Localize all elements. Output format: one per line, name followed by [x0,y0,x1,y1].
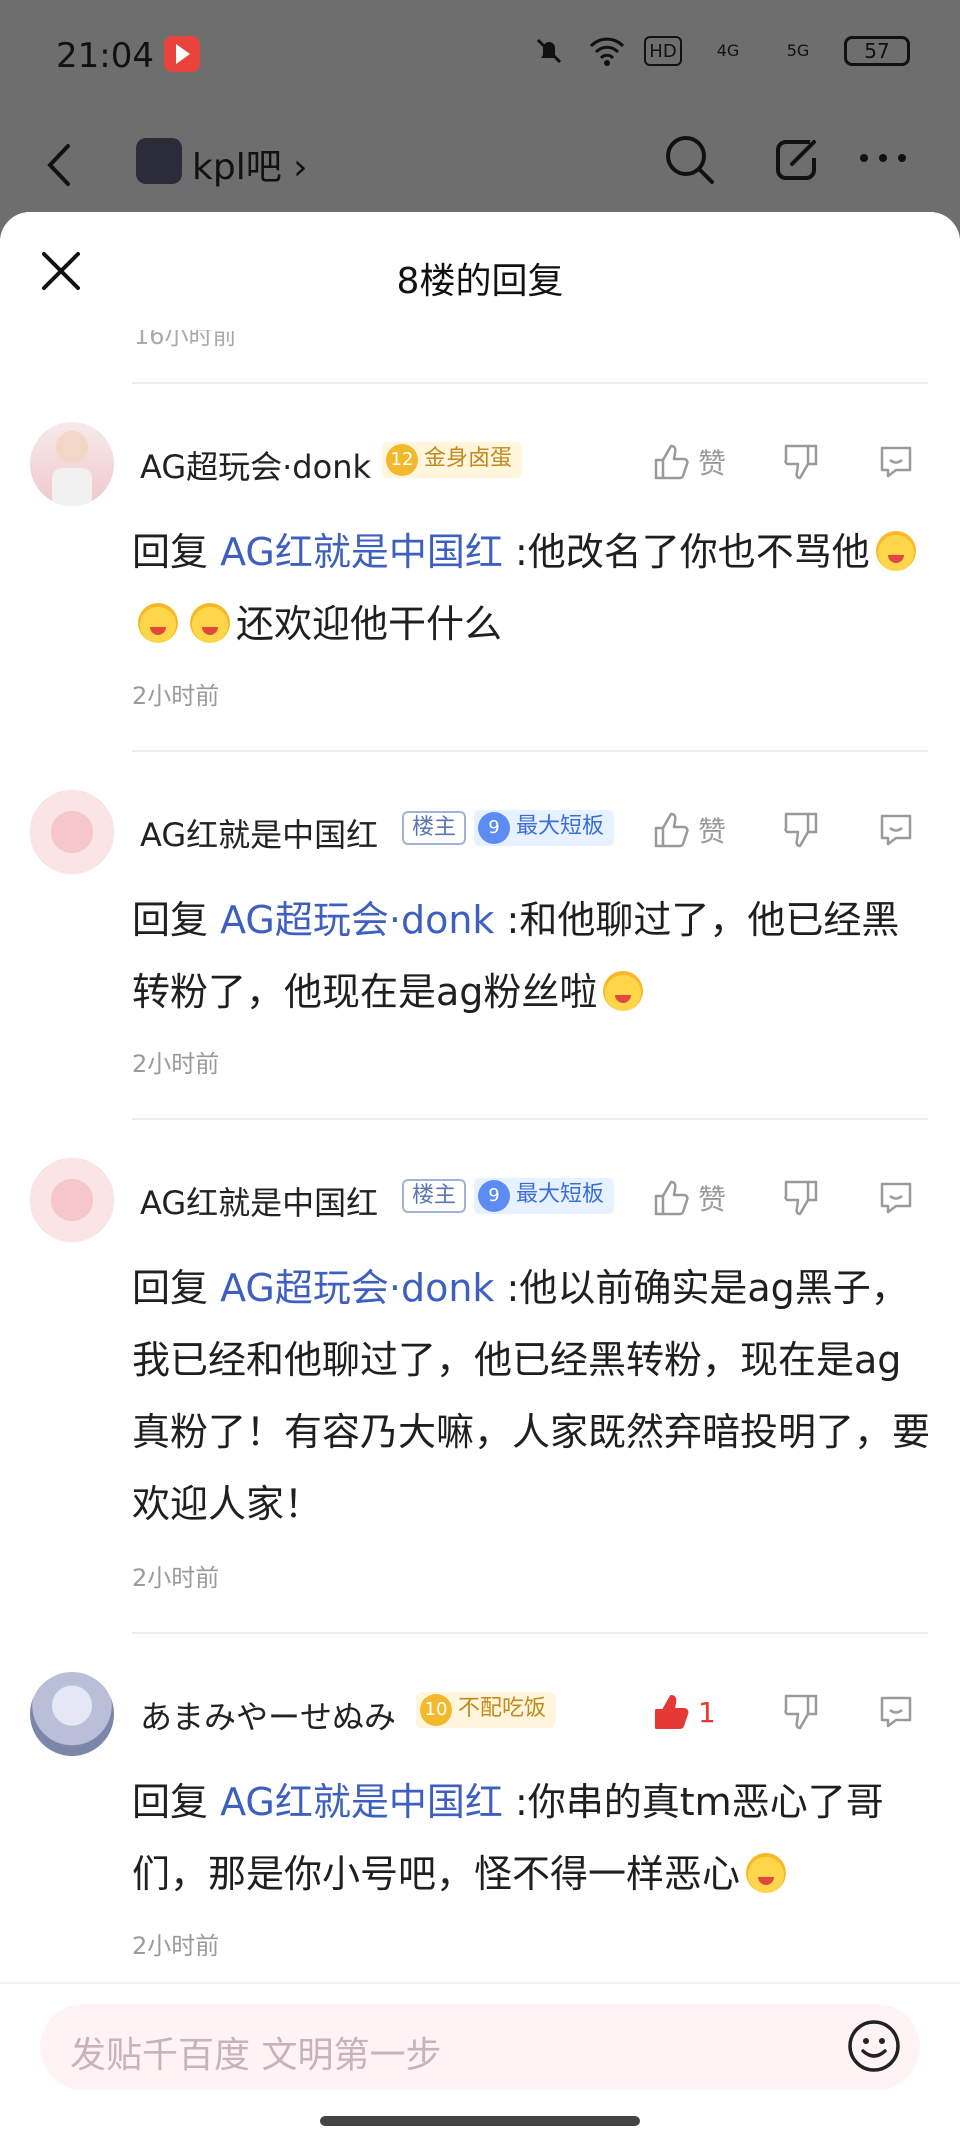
badge-label: 最大短板 [516,1182,605,1207]
mention-link[interactable]: AG超玩会·donk [220,898,494,942]
emoji-picker-icon[interactable] [846,2018,902,2074]
host-badge: 楼主 [402,1179,467,1213]
avatar[interactable] [30,422,114,506]
sheet-header: 8楼的回复 [0,212,960,330]
reply-content: 回复 AG红就是中国红 :他改名了你也不骂他还欢迎他干什么 [132,516,932,660]
like-button[interactable]: 赞 [652,810,726,850]
emoji-icon [875,531,916,571]
reply-content: 回复 AG红就是中国红 :你串的真tm恶心了哥们，那是你小号吧，怪不得一样恶心 [132,1766,932,1910]
level-badge: 10 不配吃饭 [416,1692,557,1728]
comment-icon[interactable] [876,442,916,482]
divider [132,382,928,384]
signal-4g-icon: 4G [704,34,752,68]
divider [132,750,928,752]
sheet-title: 8楼的回复 [396,261,564,302]
edit-icon[interactable] [770,134,822,186]
search-icon[interactable] [662,132,718,188]
comment-icon[interactable] [876,810,916,850]
timestamp: 2小时前 [132,1564,220,1592]
username[interactable]: あまみやーせぬみ [140,1692,396,1738]
status-bar: 21:04 HD 4G 5G 57 [0,0,960,110]
emoji-icon [603,971,644,1011]
username[interactable]: AG红就是中国红 [140,1178,378,1224]
thumbs-down-icon[interactable] [782,1178,822,1218]
like-label: 赞 [698,1183,727,1216]
like-label: 赞 [698,447,727,480]
wifi-icon [588,34,625,68]
reply-prefix: 回复 [132,1266,209,1310]
level-badge: 9 最大短板 [474,810,615,846]
battery-icon: 57 [844,36,910,66]
signal-5g-label: 5G [786,41,810,60]
divider [132,1118,928,1120]
comment-icon[interactable] [876,1692,916,1732]
badge-label: 金身卤蛋 [424,446,513,471]
badge-label: 最大短板 [516,814,605,839]
reply-content: 回复 AG超玩会·donk :和他聊过了，他已经黑转粉了，他现在是ag粉丝啦 [132,884,932,1028]
host-badge: 楼主 [402,811,467,845]
reply-input[interactable]: 发贴千百度 文明第一步 [40,2004,920,2090]
mention-link[interactable]: AG红就是中国红 [220,530,503,574]
thumbs-up-icon [654,812,689,848]
emoji-icon [746,1853,787,1893]
emoji-icon [138,603,178,643]
timestamp: 2小时前 [132,682,220,710]
reply-content: 回复 AG超玩会·donk :他以前确实是ag黑子，我已经和他聊过了，他已经黑转… [132,1252,932,1540]
level-number: 12 [386,444,418,476]
mention-link[interactable]: AG红就是中国红 [220,1780,503,1824]
avatar[interactable] [30,1672,114,1756]
forum-name-label: kpl吧 [192,147,282,188]
level-number: 9 [478,1180,510,1212]
avatar[interactable] [30,1158,114,1242]
level-number: 10 [420,1694,452,1726]
timestamp: 2小时前 [132,1050,220,1078]
emoji-icon [190,603,230,643]
level-badge: 12 金身卤蛋 [382,442,523,478]
system-icons: HD 4G 5G 57 [532,34,910,68]
reply-prefix: 回复 [132,530,209,574]
username[interactable]: AG红就是中国红 [140,810,378,856]
reply-input-bar: 发贴千百度 文明第一步 [0,1982,960,2144]
thumbs-up-icon [654,444,689,480]
forum-logo[interactable] [136,138,182,184]
thumbs-up-liked-icon [655,1695,689,1729]
divider [132,1632,928,1634]
thumbs-down-icon[interactable] [782,442,822,482]
badge-label: 不配吃饭 [458,1696,547,1721]
mention-link[interactable]: AG超玩会·donk [220,1266,494,1310]
signal-5g-icon: 5G [774,34,822,68]
thumbs-down-icon[interactable] [782,1692,822,1732]
more-icon[interactable] [858,148,908,168]
reply-input-placeholder: 发贴千百度 文明第一步 [70,2035,442,2076]
reply-prefix: 回复 [132,898,209,942]
signal-4g-label: 4G [716,41,740,60]
reply-text-tail: 还欢迎他干什么 [236,602,503,646]
back-icon[interactable] [40,140,80,190]
like-count: 1 [698,1695,716,1729]
thumbs-up-icon [654,1180,689,1216]
like-button[interactable]: 1 [652,1692,716,1732]
level-number: 9 [478,812,510,844]
mute-icon [532,34,566,68]
timestamp: 2小时前 [132,1932,220,1960]
level-badge: 9 最大短板 [474,1178,615,1214]
like-button[interactable]: 赞 [652,442,726,482]
username[interactable]: AG超玩会·donk [140,442,371,488]
video-app-icon [164,36,200,72]
replies-sheet: 8楼的回复 16小时前 AG超玩会·donk 12 金身卤蛋 赞 回复 AG红就是… [0,212,960,2144]
hd-icon: HD [644,36,682,66]
comment-icon[interactable] [876,1178,916,1218]
forum-name[interactable]: kpl吧 › [192,138,308,190]
thumbs-down-icon[interactable] [782,810,822,850]
reply-text: :他改名了你也不骂他 [502,530,870,574]
reply-prefix: 回复 [132,1780,209,1824]
home-indicator[interactable] [320,2116,640,2126]
avatar[interactable] [30,790,114,874]
like-label: 赞 [698,815,727,848]
status-time: 21:04 [56,36,154,76]
like-button[interactable]: 赞 [652,1178,726,1218]
